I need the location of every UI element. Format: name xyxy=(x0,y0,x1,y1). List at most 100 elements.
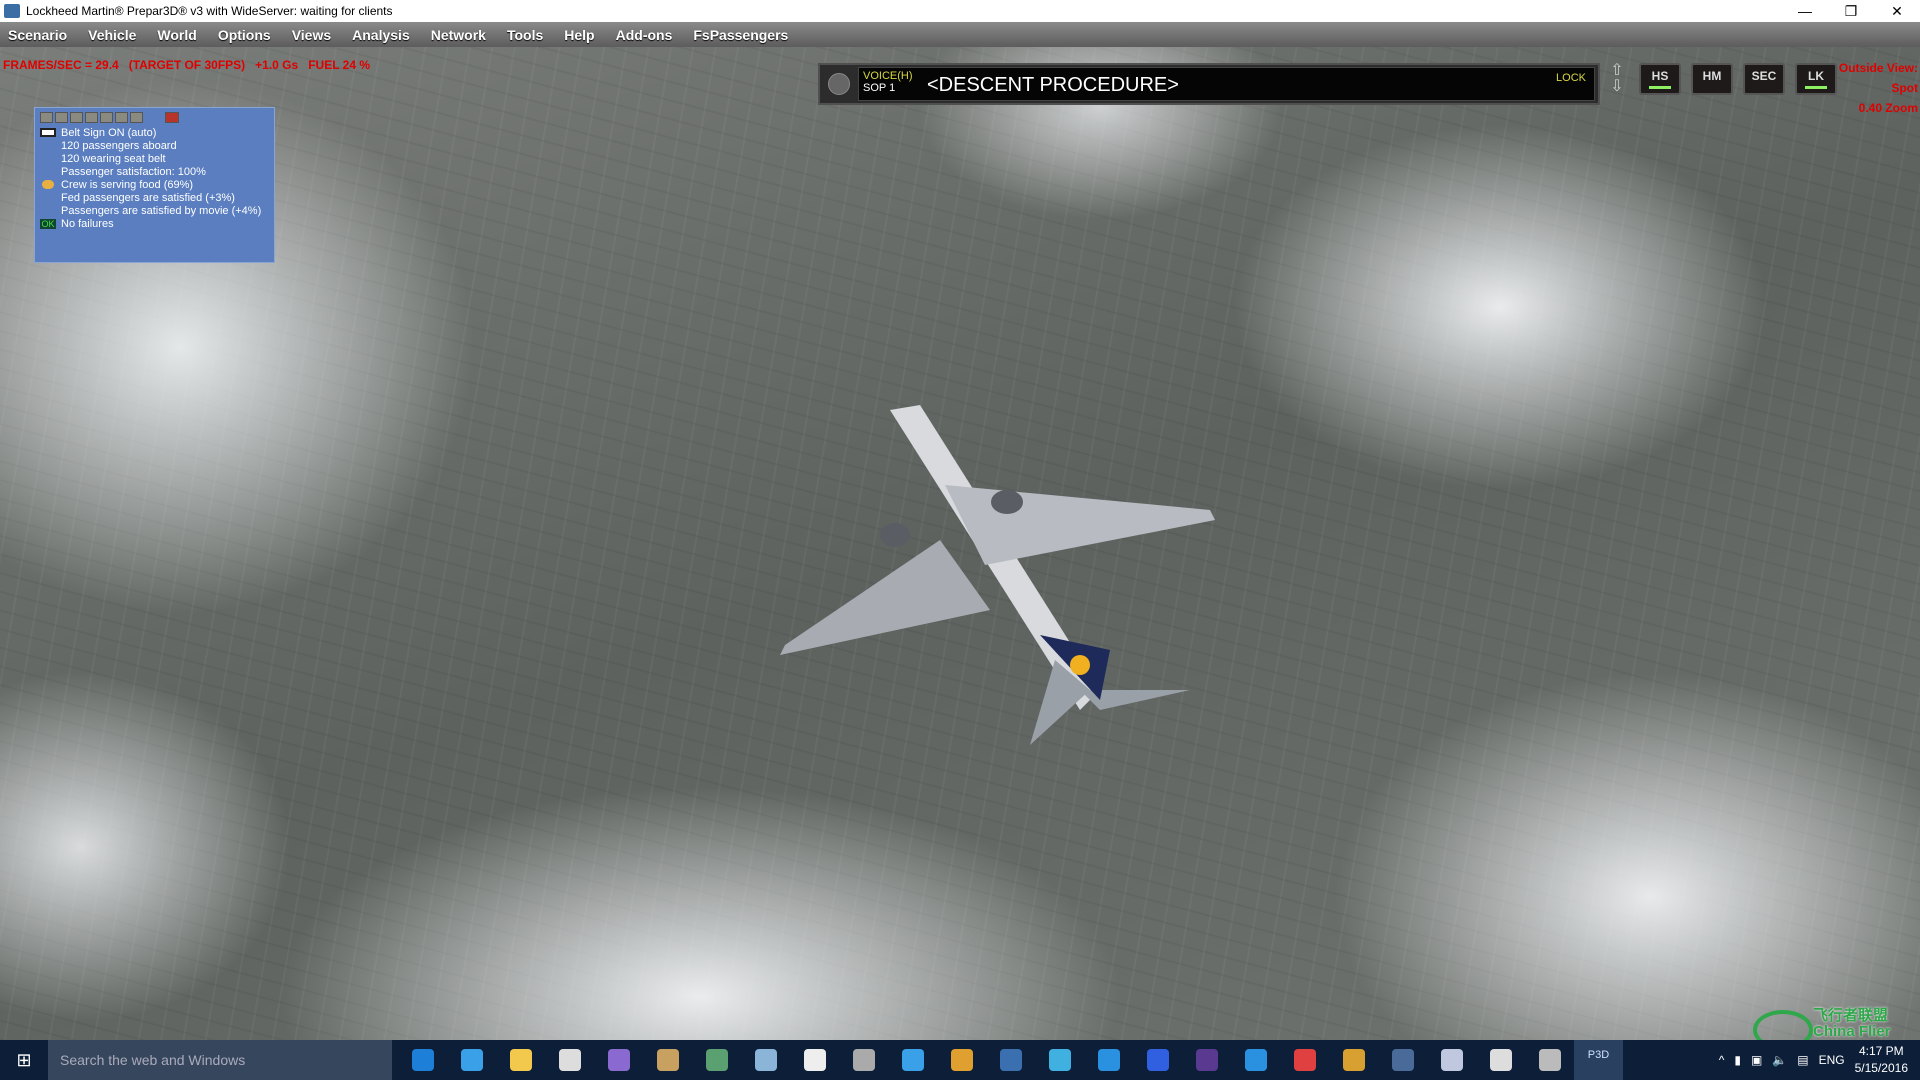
menu-help[interactable]: Help xyxy=(564,27,594,43)
app-green-icon xyxy=(705,1049,728,1071)
eye-icon[interactable] xyxy=(40,112,53,123)
taskbar-apps: P3D xyxy=(398,1040,1623,1080)
taskbar-app-edge[interactable] xyxy=(398,1040,447,1080)
hm-button[interactable]: HM xyxy=(1691,63,1733,95)
window-title: Lockheed Martin® Prepar3D® v3 with WideS… xyxy=(26,4,393,18)
taskbar-app-p3d[interactable]: P3D xyxy=(1574,1040,1623,1080)
chevron-up-icon[interactable]: ^ xyxy=(1719,1053,1725,1067)
thunder-icon xyxy=(1146,1049,1169,1071)
taskbar-app-python[interactable] xyxy=(986,1040,1035,1080)
plane-app-icon xyxy=(901,1049,924,1071)
taskbar-app-app-cyan[interactable] xyxy=(1035,1040,1084,1080)
globe-icon xyxy=(852,1049,875,1071)
menu-addons[interactable]: Add-ons xyxy=(616,27,673,43)
downloader-icon xyxy=(1097,1049,1120,1071)
taskbar-app-plane-app[interactable] xyxy=(888,1040,937,1080)
watermark-logo: 飞行者联盟 China Flier xyxy=(1753,1008,1891,1050)
menu-vehicle[interactable]: Vehicle xyxy=(88,27,136,43)
notepad-icon xyxy=(754,1049,777,1071)
close-button[interactable]: ✕ xyxy=(1874,3,1920,20)
notification-icon[interactable]: ▤ xyxy=(1797,1053,1808,1067)
python-icon xyxy=(999,1049,1022,1071)
calculator-icon xyxy=(803,1049,826,1071)
internet-explorer-icon xyxy=(460,1049,483,1071)
taskbar-app-ezca[interactable] xyxy=(1525,1040,1574,1080)
taskbar-app-doc-app[interactable] xyxy=(1427,1040,1476,1080)
info-icon[interactable] xyxy=(130,112,143,123)
system-tray: ^ ▮ ▣ 🔈 ▤ ENG 4:17 PM 5/15/2016 xyxy=(1719,1043,1920,1077)
store-icon xyxy=(558,1049,581,1071)
app-cyan-icon xyxy=(1048,1049,1071,1071)
taskbar-app-file-explorer[interactable] xyxy=(496,1040,545,1080)
windows-start-icon[interactable]: ⊞ xyxy=(0,1040,48,1080)
luggage-icon[interactable] xyxy=(115,112,128,123)
taskbar-app-calculator[interactable] xyxy=(790,1040,839,1080)
clock[interactable]: 4:17 PM 5/15/2016 xyxy=(1855,1043,1908,1077)
seat-icon[interactable] xyxy=(55,112,68,123)
paint-icon xyxy=(656,1049,679,1071)
network-icon[interactable]: ▣ xyxy=(1751,1053,1762,1067)
list-item: 120 wearing seat belt xyxy=(61,152,166,165)
taskbar-app-feather[interactable] xyxy=(1329,1040,1378,1080)
menu-bar: Scenario Vehicle World Options Views Ana… xyxy=(0,22,1920,47)
taskbar-app-cpnl[interactable] xyxy=(1378,1040,1427,1080)
arrow-up-icon[interactable]: ⇧ xyxy=(1605,63,1629,79)
taskbar-app-baidu-cloud[interactable] xyxy=(1231,1040,1280,1080)
taskbar-app-globe[interactable] xyxy=(839,1040,888,1080)
taskbar-app-app-violet[interactable] xyxy=(1182,1040,1231,1080)
taskbar-app-thunder[interactable] xyxy=(1133,1040,1182,1080)
taskbar-app-internet-explorer[interactable] xyxy=(447,1040,496,1080)
restore-button[interactable]: ❐ xyxy=(1828,3,1874,20)
sec-button[interactable]: SEC xyxy=(1743,63,1785,95)
taskbar-app-n-app[interactable] xyxy=(1476,1040,1525,1080)
arrow-down-icon[interactable]: ⇩ xyxy=(1605,79,1629,95)
seatbelt-icon xyxy=(40,128,56,137)
menu-options[interactable]: Options xyxy=(218,27,271,43)
taskbar-app-downloader[interactable] xyxy=(1084,1040,1133,1080)
menu-network[interactable]: Network xyxy=(431,27,486,43)
list-item: Belt Sign ON (auto) xyxy=(35,126,274,139)
n-app-icon xyxy=(1489,1049,1512,1071)
sop-label: SOP 1 xyxy=(863,82,896,94)
ezca-icon xyxy=(1538,1049,1561,1071)
scroll-arrows: ⇧ ⇩ xyxy=(1605,63,1629,95)
tray-icon[interactable] xyxy=(85,112,98,123)
cpnl-icon xyxy=(1391,1049,1414,1071)
qq-icon xyxy=(1293,1049,1316,1071)
menu-views[interactable]: Views xyxy=(292,27,331,43)
food-tool-icon[interactable] xyxy=(70,112,83,123)
minimize-button[interactable]: — xyxy=(1782,3,1828,20)
app-violet-icon xyxy=(1195,1049,1218,1071)
menu-tools[interactable]: Tools xyxy=(507,27,543,43)
taskbar-app-app-green[interactable] xyxy=(692,1040,741,1080)
lock-label[interactable]: LOCK xyxy=(1556,72,1586,84)
usb-icon[interactable]: ▮ xyxy=(1734,1053,1741,1067)
music-icon[interactable] xyxy=(100,112,113,123)
emergency-icon[interactable] xyxy=(165,112,179,123)
menu-scenario[interactable]: Scenario xyxy=(8,27,67,43)
taskbar-app-paint[interactable] xyxy=(643,1040,692,1080)
lk-button[interactable]: LK xyxy=(1795,63,1837,95)
taskbar-app-notepad[interactable] xyxy=(741,1040,790,1080)
search-input[interactable]: Search the web and Windows xyxy=(48,1040,392,1080)
fspassengers-panel[interactable]: Belt Sign ON (auto) 120 passengers aboar… xyxy=(34,107,275,263)
taskbar-app-app-purple[interactable] xyxy=(594,1040,643,1080)
taskbar-app-qq[interactable] xyxy=(1280,1040,1329,1080)
menu-fspassengers[interactable]: FsPassengers xyxy=(693,27,788,43)
volume-icon[interactable]: 🔈 xyxy=(1772,1053,1787,1067)
taskbar-app-store[interactable] xyxy=(545,1040,594,1080)
language-indicator[interactable]: ENG xyxy=(1819,1053,1845,1067)
p3d-icon: P3D xyxy=(1587,1049,1610,1061)
menu-analysis[interactable]: Analysis xyxy=(352,27,410,43)
knob-icon[interactable] xyxy=(828,73,850,95)
list-item: 120 passengers aboard xyxy=(61,139,177,152)
app-icon xyxy=(4,4,20,18)
hs-button[interactable]: HS xyxy=(1639,63,1681,95)
voice-buttons: ⇧ ⇩ HS HM SEC LK xyxy=(1605,63,1837,95)
ok-icon: OK xyxy=(40,218,56,229)
app-purple-icon xyxy=(607,1049,630,1071)
taskbar-app-chrome[interactable] xyxy=(937,1040,986,1080)
menu-world[interactable]: World xyxy=(157,27,196,43)
list-item: Passengers are satisfied by movie (+4%) xyxy=(61,204,262,217)
file-explorer-icon xyxy=(509,1049,532,1071)
